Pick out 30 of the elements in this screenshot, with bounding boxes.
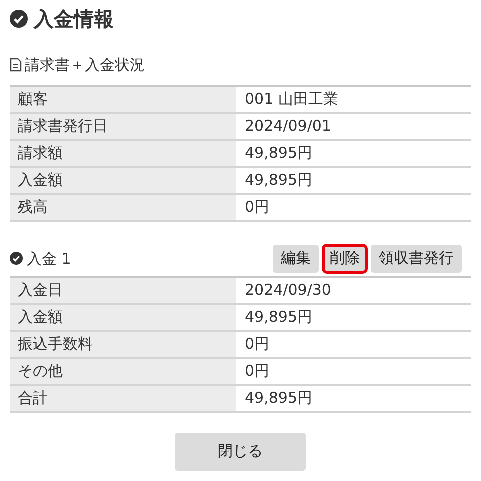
close-button[interactable]: 閉じる	[175, 432, 306, 470]
table-cell-text: 0円	[244, 334, 271, 355]
table-cell: 請求額	[10, 140, 236, 166]
table-cell: 請求書発行日	[10, 114, 236, 138]
page-title: 入金情報	[34, 6, 114, 33]
check-circle-icon	[10, 10, 28, 28]
table-cell: 顧客	[10, 86, 236, 112]
table-cell-text: 49,895円	[244, 388, 314, 409]
table-cell: 入金日	[10, 278, 236, 302]
table-cell-text: 2024/09/01	[244, 116, 332, 137]
table-cell-text: 0円	[244, 196, 271, 218]
action-button[interactable]: 編集	[273, 244, 319, 272]
table-cell-text: 0円	[244, 360, 271, 382]
action-button[interactable]: 領収書発行	[371, 244, 462, 272]
table-cell-text: 49,895円	[244, 142, 314, 164]
table-cell: 入金額	[10, 304, 236, 330]
table-cell-text: 2024/09/30	[244, 280, 332, 301]
check-circle-icon	[10, 252, 23, 266]
table-cell: 合計	[10, 386, 236, 410]
table-cell: 振込手数料	[10, 332, 236, 356]
table-cell: 残高	[10, 194, 236, 220]
section-heading: 入金 1	[27, 248, 72, 270]
table-cell-text: 001 山田工業	[244, 88, 340, 110]
table-cell: 入金額	[10, 168, 236, 192]
section-heading: 請求書＋入金状況	[25, 55, 145, 76]
table-cell: その他	[10, 358, 236, 384]
table-cell-text: 49,895円	[244, 306, 314, 328]
action-button[interactable]: 削除	[322, 244, 368, 274]
document-icon	[10, 58, 22, 72]
table-cell-text: 49,895円	[244, 170, 314, 191]
